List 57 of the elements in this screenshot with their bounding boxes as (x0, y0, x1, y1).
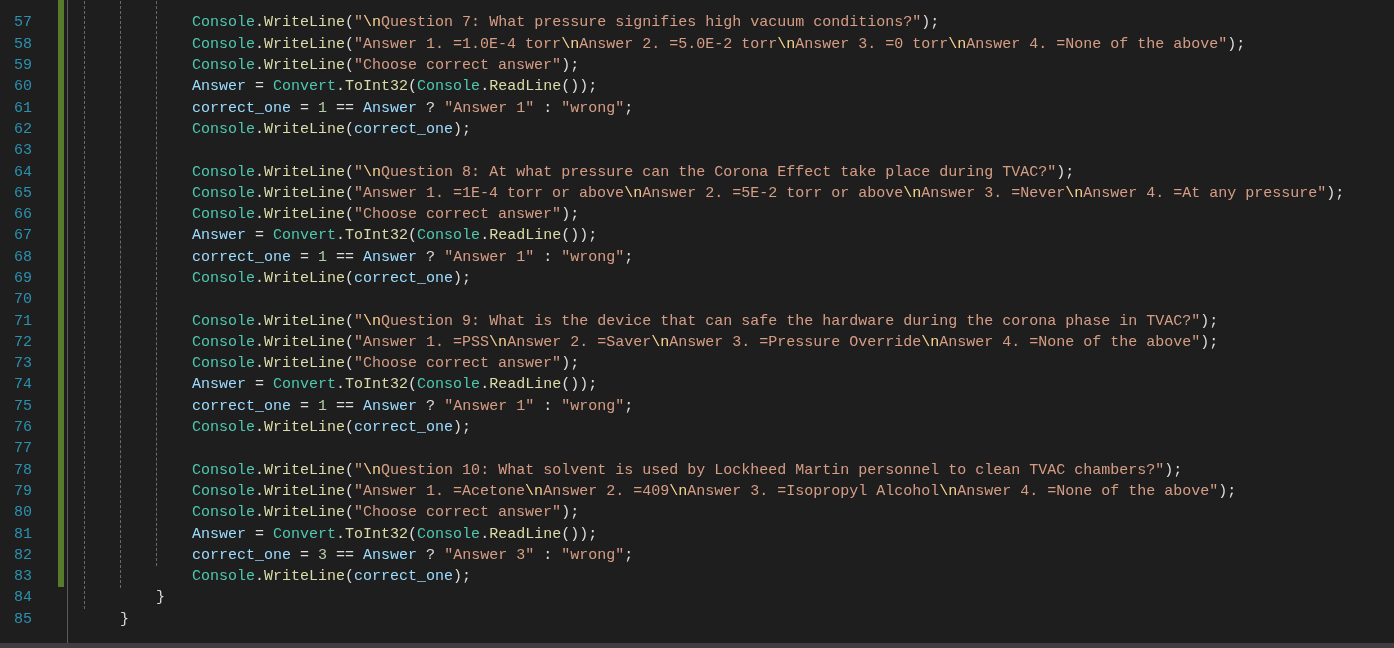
line-number: 83 (13, 568, 32, 586)
line-number: 70 (13, 291, 32, 309)
line-number: 72 (13, 333, 32, 351)
code-line: } (156, 589, 165, 607)
horizontal-scrollbar[interactable] (0, 643, 1394, 648)
code-line: correct_one = 1 == Answer ? "Answer 1" : "wrong"; (192, 248, 634, 266)
code-line: } (120, 610, 129, 628)
line-number: 81 (13, 525, 32, 543)
code-line: Console.WriteLine("Answer 1. =1E-4 torr or above\nAnswer 2. =5E-2 torr or above\nAnswer 3. =Never\nAnswer 4. =At any pressure"); (192, 184, 1345, 202)
code-line: Console.WriteLine("Choose correct answer"); (192, 504, 580, 522)
line-number: 73 (13, 355, 32, 373)
line-number: 82 (13, 546, 32, 564)
line-number: 64 (13, 163, 32, 181)
code-line: correct_one = 1 == Answer ? "Answer 1" : "wrong"; (192, 99, 634, 117)
code-line: Console.WriteLine("Answer 1. =Acetone\nAnswer 2. =409\nAnswer 3. =Isopropyl Alcohol\nAnswer 4. =None of the above"); (192, 482, 1237, 500)
code-line: Console.WriteLine(correct_one); (192, 568, 472, 586)
line-number: 66 (13, 206, 32, 224)
code-line: Console.WriteLine("\nQuestion 9: What is the device that can safe the hardware during the corona phase in TVAC?"); (192, 312, 1219, 330)
line-number: 77 (13, 440, 32, 458)
code-line: correct_one = 1 == Answer ? "Answer 1" : "wrong"; (192, 397, 634, 415)
code-line: Answer = Convert.ToInt32(Console.ReadLine()); (192, 227, 598, 245)
line-number: 85 (13, 610, 32, 628)
code-line: Console.WriteLine(correct_one); (192, 120, 472, 138)
line-number: 62 (13, 120, 32, 138)
line-number: 69 (13, 270, 32, 287)
code-line: Console.WriteLine("\nQuestion 7: What pressure signifies high vacuum conditions?"); (192, 14, 940, 32)
code-editor[interactable] (0, 0, 1394, 648)
line-number: 75 (13, 397, 32, 415)
code-line: Console.WriteLine("Choose correct answer"); (192, 57, 580, 75)
code-line: Console.WriteLine("Choose correct answer"); (192, 355, 580, 373)
code-line: Answer = Convert.ToInt32(Console.ReadLine()); (192, 78, 598, 96)
code-line: Console.WriteLine(correct_one); (192, 270, 472, 287)
line-number: 58 (13, 35, 32, 53)
code-line: correct_one = 3 == Answer ? "Answer 3" : "wrong"; (192, 546, 634, 564)
line-number: 67 (13, 227, 32, 245)
code-line: Console.WriteLine("\nQuestion 8: At what pressure can the Corona Effect take place during TVAC?"); (192, 163, 1075, 181)
line-number: 61 (13, 99, 32, 117)
line-number: 74 (13, 376, 32, 394)
line-number: 65 (13, 184, 32, 202)
line-number: 76 (13, 419, 32, 437)
code-line: Answer = Convert.ToInt32(Console.ReadLine()); (192, 376, 598, 394)
code-line: Console.WriteLine("Answer 1. =1.0E-4 torr\nAnswer 2. =5.0E-2 torr\nAnswer 3. =0 torr\nAnswer 4. =None of the above"); (192, 35, 1246, 53)
code-line: Answer = Convert.ToInt32(Console.ReadLine()); (192, 525, 598, 543)
line-number: 84 (13, 589, 32, 607)
line-number: 79 (13, 482, 32, 500)
line-number: 68 (13, 248, 32, 266)
code-line: Console.WriteLine("Answer 1. =PSS\nAnswer 2. =Saver\nAnswer 3. =Pressure Override\nAnswer 4. =None of the above"); (192, 333, 1219, 351)
line-number: 57 (13, 14, 32, 32)
line-number: 80 (13, 504, 32, 522)
line-number: 78 (13, 461, 32, 479)
code-line: Console.WriteLine("\nQuestion 10: What solvent is used by Lockheed Martin personnel to clean TVAC chambers?"); (192, 461, 1183, 479)
line-number: 59 (13, 57, 32, 75)
line-number: 63 (13, 142, 32, 160)
line-number: 71 (13, 312, 32, 330)
line-number: 60 (13, 78, 32, 96)
code-line: Console.WriteLine(correct_one); (192, 419, 472, 437)
code-line: Console.WriteLine("Choose correct answer"); (192, 206, 580, 224)
